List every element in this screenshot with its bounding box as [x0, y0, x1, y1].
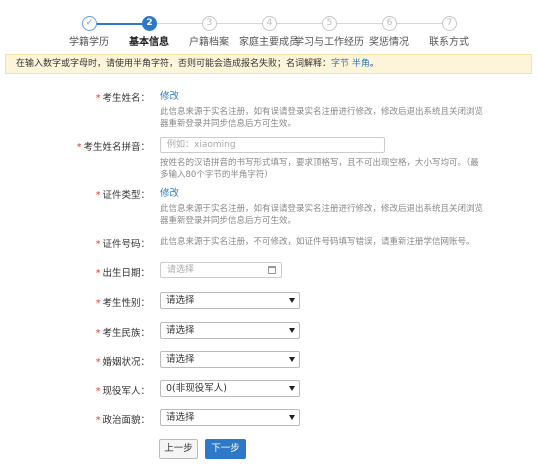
ethnicity-select[interactable]: 请选择 — [160, 322, 300, 339]
marital-select[interactable]: 请选择 — [160, 351, 300, 368]
check-icon: ✓ — [82, 16, 97, 31]
pinyin-label: * 考生姓名拼音： — [76, 142, 150, 153]
military-label: * 现役军人： — [95, 386, 150, 397]
dropdown-arrow-icon — [289, 328, 295, 333]
name-label: * 考生姓名： — [95, 93, 150, 104]
step-label: 联系方式 — [429, 37, 469, 48]
step-number: 5 — [322, 16, 337, 31]
step-connector — [217, 23, 264, 24]
gender-select[interactable]: 请选择 — [160, 292, 300, 309]
next-button[interactable]: 下一步 — [205, 439, 246, 459]
step-number: 4 — [262, 16, 277, 31]
step-connector — [277, 23, 324, 24]
dropdown-arrow-icon — [289, 386, 295, 391]
dropdown-arrow-icon — [289, 415, 295, 420]
step-connector — [157, 23, 204, 24]
prev-button[interactable]: 上一步 — [159, 439, 198, 459]
marital-label: * 婚姻状况： — [95, 357, 150, 368]
step-number: 2 — [142, 16, 157, 31]
birth-label: * 出生日期： — [95, 268, 150, 279]
notice-text: 在输入数字或字母时，请使用半角字符，否则可能会造成报名失败；名词解释： — [16, 59, 332, 69]
dropdown-arrow-icon — [289, 298, 295, 303]
gender-label: * 考生性别： — [95, 298, 150, 309]
political-label: * 政治面貌： — [95, 415, 150, 426]
dropdown-arrow-icon — [289, 357, 295, 362]
step-number: 7 — [442, 16, 457, 31]
byte-link[interactable]: 字节 — [331, 59, 349, 69]
military-select[interactable]: 0(非现役军人) — [160, 380, 300, 397]
calendar-icon — [268, 266, 276, 274]
half-width-link[interactable]: 半角 — [352, 59, 370, 69]
edit-id-type-link[interactable]: 修改 — [160, 185, 485, 199]
step-number: 6 — [382, 16, 397, 31]
pinyin-hint: 按姓名的汉语拼音的书写形式填写，要求顶格写，且不可出现空格，大小写均可。（最多输… — [160, 158, 479, 180]
progress-stepper: ✓ 学籍学历 2 基本信息 3 户籍档案 4 家庭主要成员 5 学习与工作经历 … — [0, 0, 538, 50]
pinyin-input[interactable]: 例如：xiaoming — [160, 137, 385, 153]
id-type-label: * 证件类型： — [95, 190, 150, 201]
notice-bar: 在输入数字或字母时，请使用半角字符，否则可能会造成报名失败；名词解释：字节 半角… — [5, 54, 532, 74]
step-connector — [397, 23, 444, 24]
id-number-label: * 证件号码： — [95, 239, 150, 250]
step-number: 3 — [202, 16, 217, 31]
birth-date-picker[interactable]: 请选择 — [160, 262, 282, 278]
step-connector — [337, 23, 384, 24]
name-hint: 此信息来源于实名注册，如有误请登录实名注册进行修改，修改后退出系统且关闭浏览器重… — [160, 107, 484, 129]
edit-name-link[interactable]: 修改 — [160, 88, 485, 102]
notice-suffix: 。 — [369, 59, 379, 69]
political-select[interactable]: 请选择 — [160, 409, 300, 426]
id-type-hint: 此信息来源于实名注册，如有误请登录实名注册进行修改，修改后退出系统且关闭浏览器重… — [160, 204, 484, 226]
step-connector — [96, 23, 144, 25]
ethnicity-label: * 考生民族： — [95, 328, 150, 339]
id-number-hint: 此信息来源于实名注册，不可修改，如证件号码填写错误，请重新注册学信网账号。 — [160, 237, 475, 247]
